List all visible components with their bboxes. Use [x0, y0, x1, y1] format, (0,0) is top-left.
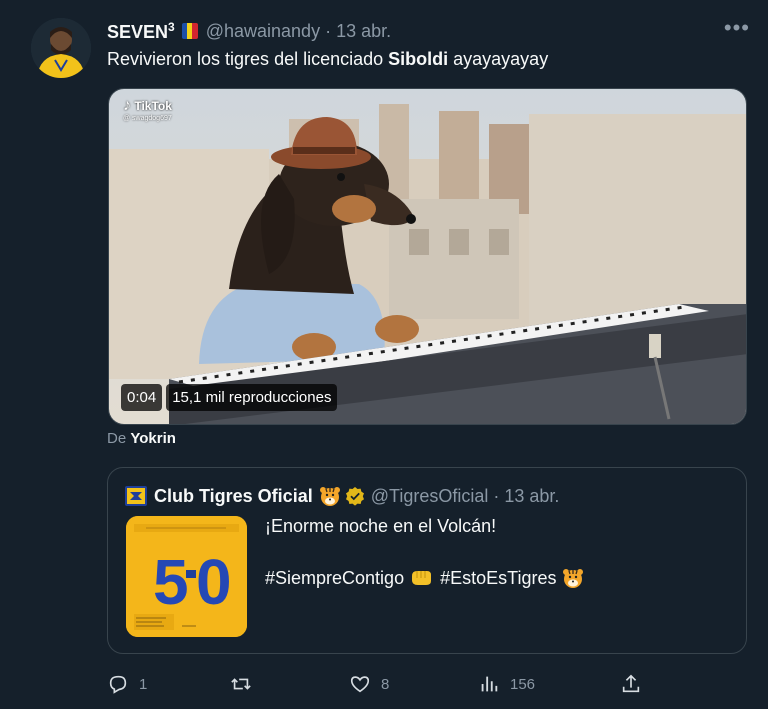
heart-icon	[350, 676, 370, 693]
display-name[interactable]: SEVEN3	[107, 20, 175, 43]
reply-button[interactable]: 1	[107, 670, 147, 698]
quote-text-line-2: #SiempreContigo #EstoEsTigres	[265, 567, 584, 589]
tweet-text: Revivieron los tigres del licenciado Sib…	[107, 49, 549, 69]
flag-icon	[181, 23, 198, 39]
quote-header: Club Tigres Oficial @TigresOficial · 13 …	[124, 484, 559, 508]
like-button[interactable]: 8	[349, 670, 389, 698]
tiktok-watermark: ♪ TikTok @ swagdog697	[123, 97, 172, 122]
quote-text-line-1: ¡Enorme noche en el Volcán!	[265, 516, 497, 536]
separator-dot: ·	[325, 20, 332, 41]
attribution-source[interactable]: Yokrin	[130, 430, 176, 447]
score-graphic: 5 0	[126, 516, 247, 637]
video-duration: 0:04	[121, 384, 163, 411]
score-right: 0	[196, 546, 232, 618]
tiger-emoji-icon	[319, 487, 340, 506]
club-logo-icon	[125, 486, 147, 506]
analytics-icon	[481, 676, 498, 692]
retweet-icon	[231, 678, 251, 690]
avatar[interactable]	[31, 18, 91, 78]
video-frame	[109, 89, 746, 424]
fist-emoji-icon	[412, 571, 432, 585]
hashtag-link[interactable]: #SiempreContigo	[265, 568, 404, 589]
more-horizontal-icon[interactable]: •••	[724, 17, 750, 39]
quoted-tweet[interactable]: Club Tigres Oficial @TigresOficial · 13 …	[107, 467, 747, 654]
tweet-actions: 1 8 156	[107, 670, 647, 698]
views-button[interactable]: 156	[478, 670, 535, 698]
tweet-header: SEVEN3 @hawainandy · 13 abr.	[107, 20, 391, 42]
reply-count: 1	[139, 675, 148, 693]
quote-time[interactable]: 13 abr.	[504, 486, 559, 507]
retweet-button[interactable]	[230, 670, 262, 698]
verified-badge-icon	[345, 487, 364, 506]
video-player[interactable]: ♪ TikTok @ swagdog697 0:04 15,1 mil repr…	[108, 88, 747, 425]
share-icon	[622, 674, 640, 693]
reply-icon	[109, 675, 127, 694]
score-left: 5	[153, 546, 189, 618]
quote-thumbnail[interactable]: 5 0	[126, 516, 247, 637]
hashtag-link[interactable]: #EstoEsTigres	[440, 568, 556, 589]
share-button[interactable]	[620, 670, 642, 698]
tiktok-icon: ♪	[123, 97, 131, 114]
quote-display-name[interactable]: Club Tigres Oficial	[154, 486, 313, 507]
views-count: 156	[510, 675, 536, 693]
video-attribution: De Yokrin	[107, 430, 176, 447]
tweet-time[interactable]: 13 abr.	[336, 21, 391, 42]
user-handle[interactable]: @hawainandy	[206, 21, 320, 42]
video-views: 15,1 mil reproducciones	[166, 384, 338, 411]
quote-handle[interactable]: @TigresOficial	[371, 486, 489, 507]
video-badges: 0:04 15,1 mil reproducciones	[121, 384, 338, 411]
like-count: 8	[381, 675, 390, 693]
separator-dot: ·	[493, 485, 500, 506]
tweet[interactable]: SEVEN3 @hawainandy · 13 abr. ••• Revivie…	[0, 0, 768, 709]
tiger-emoji-icon	[563, 569, 584, 588]
